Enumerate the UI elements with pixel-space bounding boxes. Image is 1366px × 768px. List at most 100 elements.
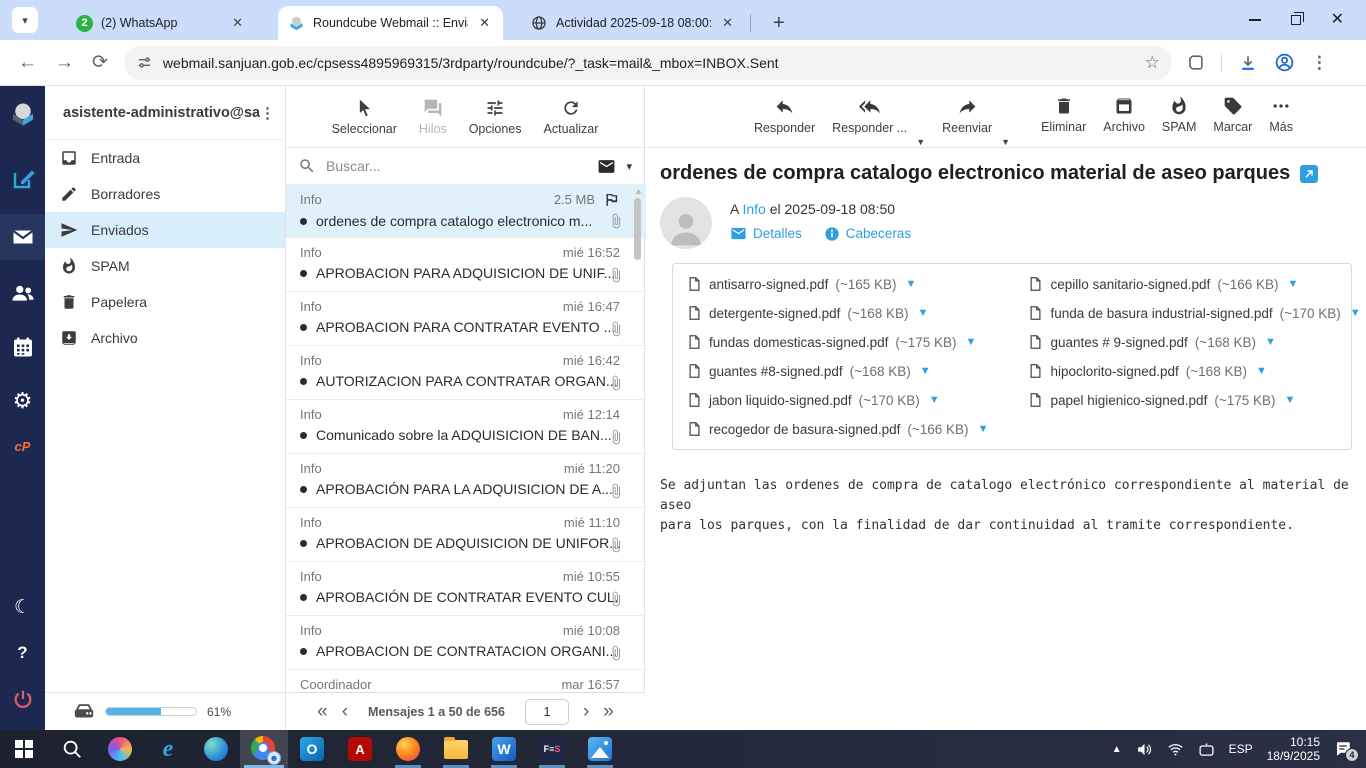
window-minimize-button[interactable] xyxy=(1249,19,1261,21)
message-row[interactable]: Infomié 10:08 APROBACION DE CONTRATACION… xyxy=(286,616,646,670)
folder-papelera[interactable]: Papelera xyxy=(45,284,285,320)
reload-icon[interactable]: ⟳ xyxy=(92,51,108,74)
dark-mode-toggle[interactable]: ☾ xyxy=(0,584,45,630)
flag-icon[interactable] xyxy=(603,191,620,208)
folder-spam[interactable]: SPAM xyxy=(45,248,285,284)
attachment-menu-chevron-icon[interactable]: ▼ xyxy=(1350,307,1361,319)
message-row[interactable]: Infomié 16:52 APROBACION PARA ADQUISICIO… xyxy=(286,238,646,292)
attachment-item[interactable]: papel higienico-signed.pdf(~175 KB)▼ xyxy=(1028,391,1360,409)
attachment-menu-chevron-icon[interactable]: ▼ xyxy=(978,423,989,435)
attachment-item[interactable]: hipoclorito-signed.pdf(~168 KB)▼ xyxy=(1028,362,1360,380)
attachment-item[interactable]: jabon liquido-signed.pdf(~170 KB)▼ xyxy=(687,391,988,409)
attachment-menu-chevron-icon[interactable]: ▼ xyxy=(920,365,931,377)
attachment-item[interactable]: recogedor de basura-signed.pdf(~166 KB)▼ xyxy=(687,420,988,438)
wifi-icon[interactable] xyxy=(1167,741,1184,758)
attachment-menu-chevron-icon[interactable]: ▼ xyxy=(929,394,940,406)
taskbar-copilot-button[interactable] xyxy=(96,730,144,768)
taskbar-outlook-button[interactable]: O xyxy=(288,730,336,768)
window-restore-button[interactable] xyxy=(1291,15,1301,25)
list-scrollbar[interactable]: ▲ xyxy=(634,186,642,686)
message-row[interactable]: Infomié 10:55 APROBACIÓN DE CONTRATAR EV… xyxy=(286,562,646,616)
message-row[interactable]: Infomié 11:10 APROBACION DE ADQUISICION … xyxy=(286,508,646,562)
tray-expand-chevron-icon[interactable]: ▲ xyxy=(1112,744,1122,755)
scroll-up-icon[interactable]: ▲ xyxy=(634,186,642,196)
window-close-button[interactable]: ✕ xyxy=(1331,12,1344,28)
help-button[interactable]: ? xyxy=(0,630,45,676)
search-scope-mail-icon[interactable] xyxy=(597,157,616,176)
forward-icon[interactable]: → xyxy=(55,52,74,74)
folder-archivo[interactable]: Archivo xyxy=(45,320,285,356)
cpanel-link[interactable]: cP xyxy=(0,428,45,464)
site-info-icon[interactable] xyxy=(136,54,153,71)
archive-button[interactable]: Archivo xyxy=(1103,96,1145,134)
attachment-item[interactable]: fundas domesticas-signed.pdf(~175 KB)▼ xyxy=(687,333,988,351)
headers-link[interactable]: Cabeceras xyxy=(846,226,911,241)
search-input[interactable] xyxy=(326,158,587,174)
next-page-button[interactable]: › xyxy=(583,702,589,721)
select-button[interactable]: Seleccionar xyxy=(332,98,397,136)
side-panel-icon[interactable] xyxy=(1186,53,1205,72)
taskbar-firefox-button[interactable] xyxy=(384,730,432,768)
forward-menu-chevron-icon[interactable]: ▼ xyxy=(1001,137,1010,147)
rail-settings-button[interactable]: ⚙ xyxy=(0,378,45,424)
message-row[interactable]: Coordinadormar 16:57 xyxy=(286,670,646,692)
tab-close-icon[interactable]: ✕ xyxy=(719,14,736,32)
message-row[interactable]: Infomié 16:47 APROBACION PARA CONTRATAR … xyxy=(286,292,646,346)
reply-all-menu-chevron-icon[interactable]: ▼ xyxy=(916,137,925,147)
clock[interactable]: 10:15 18/9/2025 xyxy=(1267,735,1320,763)
notification-center-button[interactable]: 4 xyxy=(1334,740,1352,758)
attachment-item[interactable]: funda de basura industrial-signed.pdf(~1… xyxy=(1028,304,1360,322)
delete-button[interactable]: Eliminar xyxy=(1041,96,1086,134)
taskbar-acrobat-button[interactable]: A xyxy=(336,730,384,768)
taskbar-edge-button[interactable] xyxy=(192,730,240,768)
reply-all-button[interactable]: Responder ... xyxy=(832,96,907,135)
taskbar-fes-button[interactable]: F≡S xyxy=(528,730,576,768)
rail-mail-button[interactable] xyxy=(0,214,45,260)
options-button[interactable]: Opciones xyxy=(469,98,522,136)
rail-contacts-button[interactable] xyxy=(0,270,45,316)
account-menu-icon[interactable]: ⋮ xyxy=(260,104,275,122)
language-indicator[interactable]: ESP xyxy=(1229,742,1253,756)
attachment-menu-chevron-icon[interactable]: ▼ xyxy=(1287,278,1298,290)
logout-button[interactable] xyxy=(0,676,45,722)
tab-search-chevron-button[interactable]: ▾ xyxy=(12,7,38,33)
bookmark-star-icon[interactable]: ☆ xyxy=(1145,53,1160,73)
attachment-menu-chevron-icon[interactable]: ▼ xyxy=(1256,365,1267,377)
taskbar-chrome-button[interactable]: ☻ xyxy=(240,730,288,768)
spam-button[interactable]: SPAM xyxy=(1162,96,1197,134)
attachment-item[interactable]: antisarro-signed.pdf(~165 KB)▼ xyxy=(687,275,988,293)
attachment-item[interactable]: cepillo sanitario-signed.pdf(~166 KB)▼ xyxy=(1028,275,1360,293)
browser-menu-icon[interactable]: ⋮ xyxy=(1311,53,1328,73)
tab-whatsapp[interactable]: 2 (2) WhatsApp ✕ xyxy=(66,6,256,40)
taskbar-photos-button[interactable] xyxy=(576,730,624,768)
tab-close-icon[interactable]: ✕ xyxy=(229,14,246,32)
forward-button[interactable]: Reenviar xyxy=(942,96,992,135)
message-row[interactable]: Infomié 16:42 AUTORIZACION PARA CONTRATA… xyxy=(286,346,646,400)
refresh-button[interactable]: Actualizar xyxy=(544,98,599,136)
attachment-menu-chevron-icon[interactable]: ▼ xyxy=(966,336,977,348)
taskbar-explorer-button[interactable] xyxy=(432,730,480,768)
meet-now-icon[interactable] xyxy=(1198,741,1215,758)
folder-borradores[interactable]: Borradores xyxy=(45,176,285,212)
folder-entrada[interactable]: Entrada xyxy=(45,140,285,176)
page-number-input[interactable]: 1 xyxy=(525,699,569,725)
scrollbar-thumb[interactable] xyxy=(634,198,641,260)
message-row[interactable]: Infomié 12:14 Comunicado sobre la ADQUIS… xyxy=(286,400,646,454)
folder-enviados[interactable]: Enviados xyxy=(45,212,285,248)
attachment-menu-chevron-icon[interactable]: ▼ xyxy=(918,307,929,319)
profile-icon[interactable] xyxy=(1274,52,1295,73)
taskbar-word-button[interactable]: W xyxy=(480,730,528,768)
taskbar-search-button[interactable] xyxy=(48,730,96,768)
attachment-menu-chevron-icon[interactable]: ▼ xyxy=(1265,336,1276,348)
attachment-item[interactable]: guantes #8-signed.pdf(~168 KB)▼ xyxy=(687,362,988,380)
prev-page-button[interactable]: ‹ xyxy=(342,702,348,721)
threads-button[interactable]: Hilos xyxy=(419,98,447,136)
mark-button[interactable]: Marcar xyxy=(1213,96,1252,134)
start-button[interactable] xyxy=(0,730,48,768)
taskbar-ie-button[interactable]: e xyxy=(144,730,192,768)
url-field[interactable]: webmail.sanjuan.gob.ec/cpsess4895969315/… xyxy=(124,46,1172,80)
volume-icon[interactable] xyxy=(1136,741,1153,758)
attachment-item[interactable]: guantes # 9-signed.pdf(~168 KB)▼ xyxy=(1028,333,1360,351)
details-link[interactable]: Detalles xyxy=(753,226,802,241)
reply-button[interactable]: Responder xyxy=(754,96,815,135)
